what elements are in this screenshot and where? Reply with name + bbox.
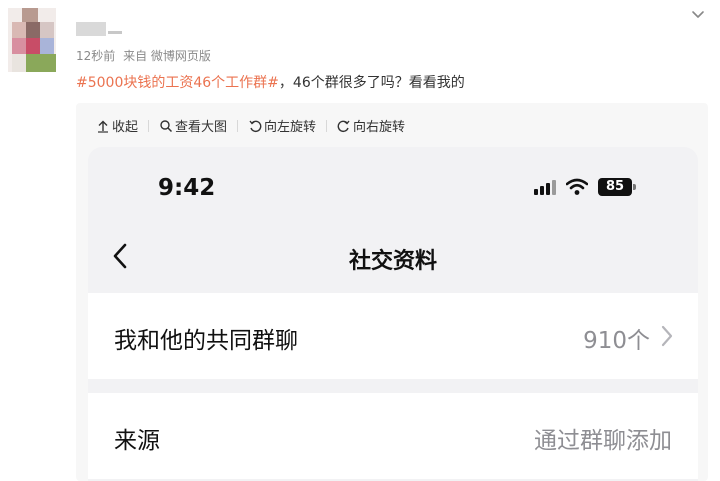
collapse-button[interactable]: 收起 — [96, 116, 138, 135]
view-large-button[interactable]: 查看大图 — [159, 116, 227, 135]
phone-screenshot[interactable]: 9:42 85 社交资料 我和他的共同群聊 910个 来源 通过群聊添加 — [88, 147, 698, 481]
toolbar-divider — [237, 119, 239, 132]
post-time[interactable]: 12秒前 — [76, 49, 115, 63]
media-toolbar: 收起 查看大图 向左旋转 向右旋转 — [96, 116, 405, 135]
rotate-left-icon — [249, 120, 262, 132]
hashtag-link[interactable]: #5000块钱的工资46个工作群# — [76, 75, 279, 91]
collapse-label: 收起 — [112, 120, 139, 135]
post-meta: 12秒前 来自 微博网页版 — [76, 47, 215, 64]
post-text: #5000块钱的工资46个工作群#，46个群很多了吗？看看我的 — [76, 72, 465, 92]
status-icons: 85 — [534, 178, 636, 196]
rotate-left-button[interactable]: 向左旋转 — [248, 116, 316, 135]
view-large-label: 查看大图 — [175, 120, 228, 135]
common-groups-row[interactable]: 我和他的共同群聊 910个 — [88, 293, 698, 379]
signal-icon — [534, 179, 556, 195]
row-value: 通过群聊添加 — [534, 428, 672, 454]
source-row[interactable]: 来源 通过群聊添加 — [88, 393, 698, 479]
status-time: 9:42 — [158, 175, 216, 201]
username-redacted-tail — [108, 31, 122, 34]
row-label: 我和他的共同群聊 — [114, 328, 298, 354]
battery-icon: 85 — [598, 178, 636, 196]
user-avatar[interactable] — [8, 8, 56, 72]
arrow-up-icon — [98, 120, 108, 133]
row-label: 来源 — [114, 428, 160, 454]
nav-title: 社交资料 — [348, 249, 437, 274]
toolbar-divider — [148, 119, 150, 132]
row-value: 910个 — [583, 328, 650, 354]
chevron-down-icon[interactable] — [690, 6, 706, 22]
wifi-icon — [566, 178, 588, 195]
rotate-right-label: 向右旋转 — [353, 120, 406, 135]
rotate-right-button[interactable]: 向右旋转 — [337, 116, 405, 135]
post-body: ，46个群很多了吗？看看我的 — [278, 75, 465, 91]
post-source: 来自 微博网页版 — [123, 49, 211, 63]
toolbar-divider — [326, 119, 328, 132]
media-viewer: 收起 查看大图 向左旋转 向右旋转 9:42 85 社交资料 我和他的共同群聊 … — [76, 103, 708, 481]
rotate-right-icon — [337, 120, 350, 132]
magnifier-icon — [160, 119, 173, 132]
chevron-right-icon — [661, 325, 673, 347]
username-redacted[interactable] — [76, 22, 106, 36]
rotate-left-label: 向左旋转 — [264, 120, 317, 135]
